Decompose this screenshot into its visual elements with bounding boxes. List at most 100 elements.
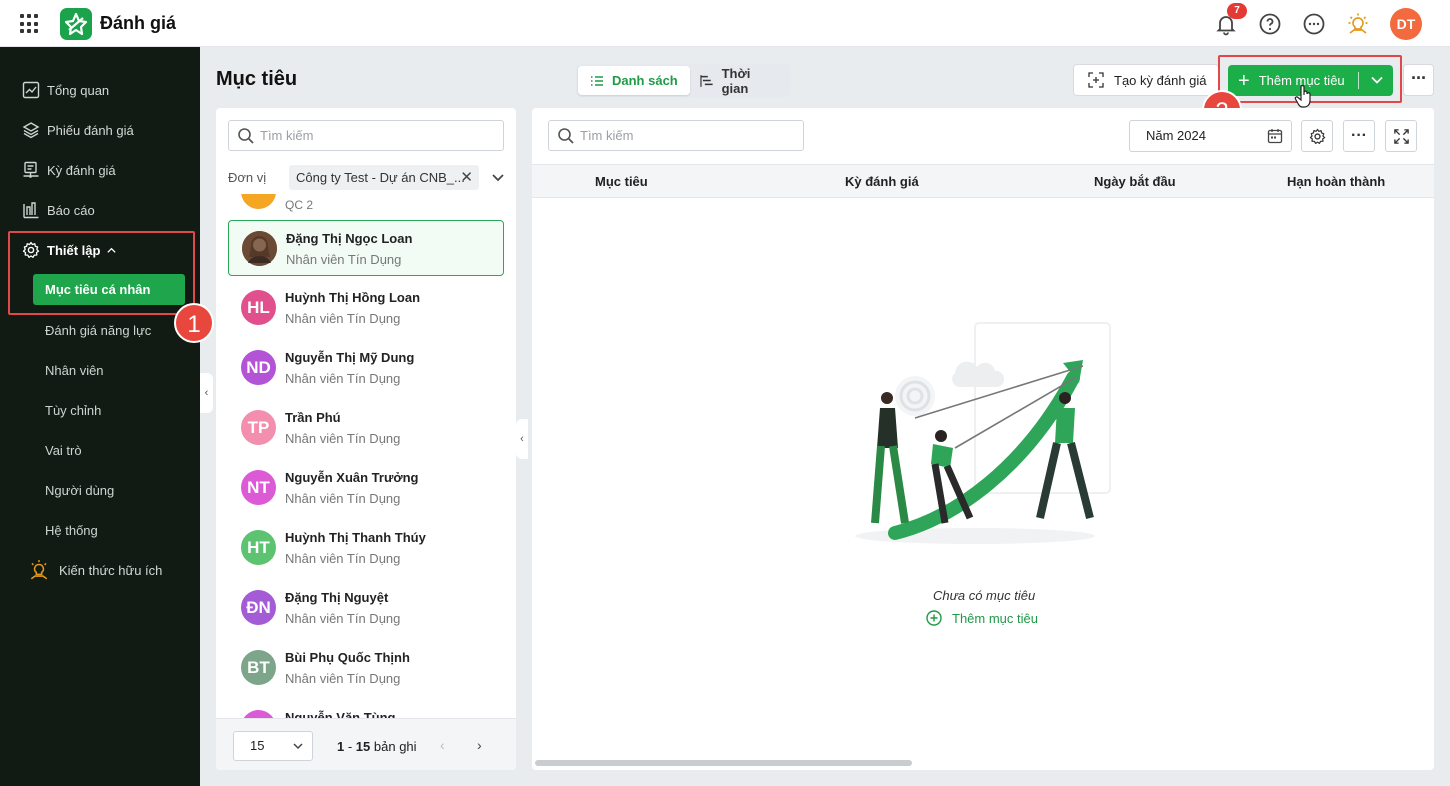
employee-name: Huỳnh Thị Hồng Loan: [285, 290, 421, 305]
sidebar-subitem-competency[interactable]: Đánh giá năng lực: [45, 323, 151, 338]
employee-role: Nhân viên Tín Dụng: [285, 311, 401, 326]
sidebar-item-label: Báo cáo: [47, 202, 95, 218]
sidebar-subitem-customize[interactable]: Tùy chỉnh: [45, 403, 101, 418]
list-item[interactable]: NT Nguyễn Văn Tùng Nhân viên Tín Dụng: [228, 700, 504, 718]
create-cycle-button[interactable]: Tạo kỳ đánh giá: [1073, 64, 1219, 96]
list-item[interactable]: TP Trần Phú Nhân viên Tín Dụng: [228, 400, 504, 456]
more-circle-icon[interactable]: [1302, 12, 1326, 36]
sidebar-collapse-toggle[interactable]: ‹: [200, 373, 213, 413]
page-size-select[interactable]: 15: [233, 731, 313, 761]
add-frame-icon: [1088, 72, 1104, 88]
list-icon: [591, 75, 603, 86]
close-icon[interactable]: ✕: [460, 165, 473, 190]
expand-icon: [1393, 128, 1409, 144]
search-icon: [558, 127, 574, 144]
employee-role: Nhân viên Tín Dụng: [285, 371, 401, 386]
lightbulb-icon[interactable]: [1346, 12, 1370, 36]
create-cycle-label: Tạo kỳ đánh giá: [1114, 72, 1207, 88]
pagination-bar: 15 1 - 15 bản ghi ‹ ›: [216, 718, 516, 770]
highlight-box-step-1: [8, 231, 195, 315]
empty-add-label: Thêm mục tiêu: [952, 610, 1038, 626]
sidebar-item-evaluation-cycles[interactable]: Kỳ đánh giá: [22, 160, 116, 180]
search-placeholder: Tìm kiếm: [260, 128, 314, 143]
search-icon: [238, 127, 254, 144]
employee-name: Đặng Thị Nguyệt: [285, 590, 389, 605]
sidebar-item-evaluation-forms[interactable]: Phiếu đánh giá: [22, 120, 134, 140]
cycle-icon: [23, 161, 39, 178]
report-icon: [23, 202, 39, 219]
top-bar: Đánh giá 7 DT: [0, 0, 1450, 47]
goal-search-input[interactable]: Tìm kiếm: [548, 120, 804, 151]
column-header-start-date[interactable]: Ngày bắt đầu: [1094, 174, 1176, 189]
layers-icon: [22, 122, 40, 139]
app-grid-icon[interactable]: [20, 14, 40, 34]
year-picker[interactable]: Năm 2024: [1129, 120, 1292, 152]
more-options-button[interactable]: ···: [1343, 120, 1375, 152]
sidebar-item-overview[interactable]: Tổng quan: [22, 80, 109, 100]
employee-role: Nhân viên Tín Dụng: [285, 431, 401, 446]
user-avatar[interactable]: DT: [1390, 8, 1422, 40]
next-page-icon[interactable]: ›: [477, 737, 482, 753]
fullscreen-button[interactable]: [1385, 120, 1417, 152]
sidebar-item-label: Tổng quan: [47, 82, 110, 98]
unit-label: Đơn vị: [228, 170, 267, 185]
list-item[interactable]: HL Huỳnh Thị Hồng Loan Nhân viên Tín Dụn…: [228, 280, 504, 336]
tab-list-view[interactable]: Danh sách: [578, 66, 690, 95]
chevron-down-icon[interactable]: [491, 170, 505, 184]
plus-circle-icon: [926, 610, 942, 626]
tab-label: Danh sách: [612, 73, 678, 88]
avatar: NT: [241, 470, 276, 505]
avatar: [242, 231, 277, 266]
employee-search-input[interactable]: Tìm kiếm: [228, 120, 504, 151]
sidebar-item-label: Kiến thức hữu ích: [59, 562, 163, 578]
notification-badge: 7: [1227, 3, 1247, 19]
more-options-button[interactable]: ···: [1403, 64, 1434, 96]
list-item[interactable]: HT Huỳnh Thị Thanh Thúy Nhân viên Tín Dụ…: [228, 520, 504, 576]
employee-name: Trần Phú: [285, 410, 341, 425]
horizontal-scrollbar[interactable]: [535, 760, 912, 766]
list-item[interactable]: NT Nguyễn Xuân Trưởng Nhân viên Tín Dụng: [228, 460, 504, 516]
empty-state-text: Chưa có mục tiêu: [933, 588, 1036, 603]
employee-name: Nguyễn Xuân Trưởng: [285, 470, 419, 485]
empty-add-goal-link[interactable]: Thêm mục tiêu: [926, 610, 1038, 626]
employee-role: Nhân viên Tín Dụng: [285, 611, 401, 626]
list-item[interactable]: BT Bùi Phụ Quốc Thịnh Nhân viên Tín Dụng: [228, 640, 504, 696]
settings-button[interactable]: [1301, 120, 1333, 152]
employee-name: Đặng Thị Ngọc Loan: [286, 231, 413, 246]
employee-role: Nhân viên Tín Dụng: [285, 551, 401, 566]
sidebar-subitem-employees[interactable]: Nhân viên: [45, 363, 104, 378]
sidebar-item-knowledge[interactable]: Kiến thức hữu ích: [28, 560, 162, 580]
list-item[interactable]: ĐN Đặng Thị Nguyệt Nhân viên Tín Dụng: [228, 580, 504, 636]
prev-page-icon[interactable]: ‹: [440, 737, 445, 753]
calendar-icon: [1267, 129, 1283, 144]
sidebar-subitem-roles[interactable]: Vai trò: [45, 443, 82, 458]
column-header-goal[interactable]: Mục tiêu: [595, 174, 648, 189]
chart-icon: [22, 81, 40, 99]
employee-role: Nhân viên Tín Dụng: [285, 491, 401, 506]
sidebar: Tổng quan Phiếu đánh giá Kỳ đánh giá Báo…: [0, 47, 200, 786]
column-header-deadline[interactable]: Hạn hoàn thành: [1287, 174, 1385, 189]
column-header-cycle[interactable]: Kỳ đánh giá: [845, 174, 919, 189]
app-logo: [60, 8, 92, 40]
unit-value: Công ty Test - Dự án CNB_...: [296, 170, 465, 185]
employee-name: Nguyễn Văn Tùng: [285, 710, 396, 718]
page-title: Mục tiêu: [216, 68, 298, 90]
unit-filter-chip[interactable]: Công ty Test - Dự án CNB_... ✕: [289, 165, 479, 190]
tab-label: Thời gian: [721, 65, 751, 96]
goals-panel: Tìm kiếm Năm 2024 ··· Mục tiêu Kỳ đánh g…: [532, 108, 1434, 770]
sidebar-subitem-system[interactable]: Hệ thống: [45, 523, 98, 538]
help-icon[interactable]: [1258, 12, 1282, 36]
employee-list: QC 2 Đặng Thị Ngọc Loan Nhân viên Tín Dụ…: [216, 194, 516, 718]
tab-timeline-view[interactable]: Thời gian: [688, 65, 791, 96]
sidebar-subitem-users[interactable]: Người dùng: [45, 483, 114, 498]
range-suffix: bản ghi: [373, 739, 417, 754]
employee-name: Bùi Phụ Quốc Thịnh: [285, 650, 410, 665]
list-item[interactable]: ND Nguyễn Thị Mỹ Dung Nhân viên Tín Dụng: [228, 340, 504, 396]
list-item[interactable]: Đặng Thị Ngọc Loan Nhân viên Tín Dụng: [228, 220, 504, 276]
sidebar-item-reports[interactable]: Báo cáo: [22, 200, 95, 220]
step-badge-1: 1: [174, 303, 214, 343]
record-range: 1 - 15 bản ghi: [337, 739, 417, 754]
panel-collapse-toggle[interactable]: ‹: [516, 419, 528, 459]
partial-role: QC 2: [285, 198, 314, 212]
empty-state-illustration: [855, 322, 1111, 544]
